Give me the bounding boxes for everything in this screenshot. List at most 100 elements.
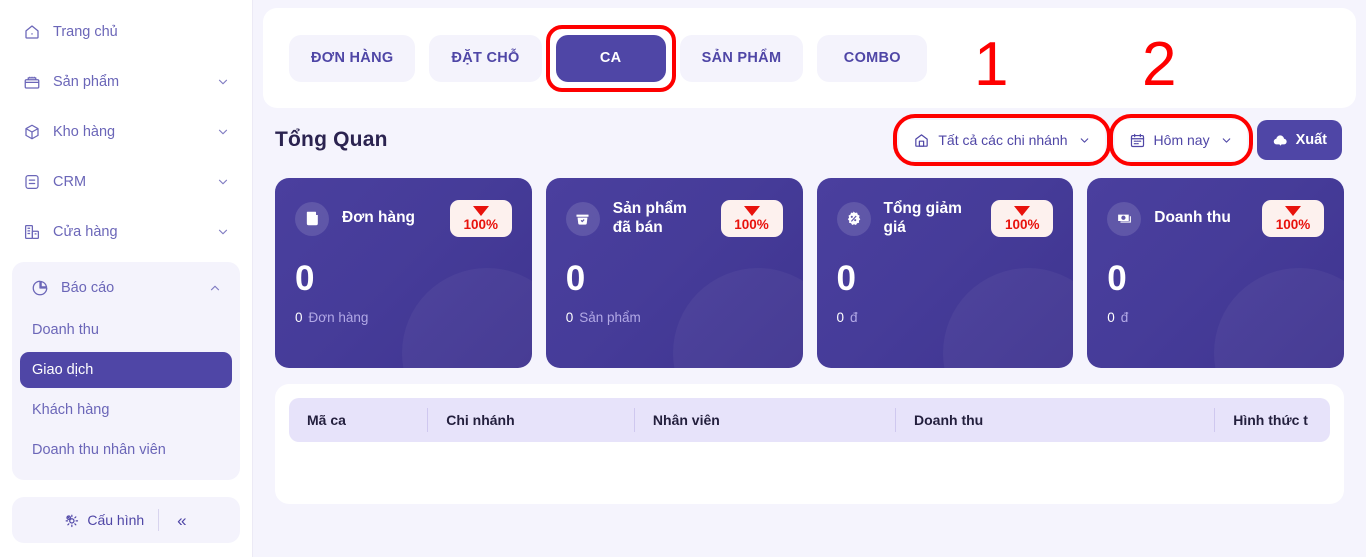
card-sub-unit: Sản phẩm — [579, 310, 641, 326]
sidebar-subitem-doanh-thu-nhan-vien[interactable]: Doanh thu nhân viên — [20, 432, 232, 468]
tab-san-pham[interactable]: SẢN PHẨM — [679, 34, 804, 82]
badge-percent: 100% — [1004, 217, 1040, 233]
branch-filter-label: Tất cả các chi nhánh — [938, 132, 1068, 148]
sidebar-item-label: Kho hàng — [53, 124, 116, 140]
sidebar-item-label: CRM — [53, 174, 87, 190]
stat-card-doanh-thu[interactable]: Doanh thu 100% 0 0 đ — [1087, 178, 1344, 368]
sidebar-group-bao-cao: Báo cáo Doanh thu Giao dịch Khách hàng D… — [12, 262, 240, 480]
sidebar-item-crm[interactable]: CRM — [12, 160, 240, 204]
table-row[interactable] — [289, 460, 1330, 474]
stat-cards: Đơn hàng 100% 0 0 Đơn hàng Sản phẩm đã b… — [263, 178, 1356, 368]
change-badge: 100% — [720, 200, 783, 238]
sidebar-item-label: Sản phẩm — [53, 74, 120, 90]
card-sub-number: 0 — [295, 310, 303, 325]
card-subtitle: 0 Sản phẩm — [566, 310, 783, 325]
tab-wrap-dat-cho: ĐẶT CHỖ — [429, 34, 542, 82]
cloud-download-icon — [1273, 134, 1287, 146]
change-badge: 100% — [991, 200, 1054, 238]
table-column-chi-nhanh[interactable]: Chi nhánh — [428, 408, 635, 432]
card-sub-number: 0 — [1107, 310, 1115, 325]
table-column-ma-ca[interactable]: Mã ca — [289, 408, 429, 432]
tab-combo[interactable]: COMBO — [817, 34, 928, 82]
tab-dat-cho[interactable]: ĐẶT CHỖ — [429, 34, 542, 82]
card-title: Đơn hàng — [342, 209, 416, 227]
export-label: Xuất — [1295, 132, 1327, 148]
table-column-nhan-vien[interactable]: Nhân viên — [635, 408, 897, 432]
badge-percent: 100% — [734, 217, 769, 233]
tab-wrap-ca: CA — [545, 24, 676, 92]
gear-icon — [63, 512, 80, 529]
branch-filter-wrap: Tất cả các chi nhánh — [893, 114, 1111, 166]
export-button[interactable]: Xuất — [1256, 120, 1342, 160]
sidebar-subitem-doanh-thu[interactable]: Doanh thu — [20, 312, 232, 348]
branch-filter-dropdown[interactable]: Tất cả các chi nhánh — [899, 120, 1105, 160]
tab-wrap-san-pham: SẢN PHẨM — [679, 34, 804, 82]
card-value: 0 — [1107, 259, 1127, 298]
triangle-down-icon — [743, 206, 760, 217]
stat-card-don-hang[interactable]: Đơn hàng 100% 0 0 Đơn hàng — [275, 178, 532, 368]
triangle-down-icon — [472, 206, 489, 216]
sidebar-item-label: Trang chủ — [53, 24, 118, 40]
triangle-down-icon — [1014, 206, 1031, 217]
card-sub-number: 0 — [836, 310, 845, 326]
sidebar-item-cua-hang[interactable]: Cửa hàng — [12, 210, 240, 254]
card-subtitle: 0 đ — [1107, 310, 1324, 325]
stat-card-tong-giam-gia[interactable]: Tổng giảm giá 100% 0 0 đ — [816, 178, 1074, 368]
receipt-icon — [295, 201, 329, 236]
change-badge: 100% — [1262, 200, 1324, 237]
sidebar: Trang chủ Sản phẩm Kho hàng CRM Cửa hàng… — [0, 0, 253, 557]
money-icon — [1107, 201, 1142, 236]
badge-percent: 100% — [463, 217, 499, 232]
chevron-down-icon[interactable] — [216, 125, 230, 139]
date-filter-wrap: Hôm nay — [1108, 114, 1253, 166]
card-sub-number: 0 — [565, 310, 574, 326]
triangle-down-icon — [1285, 206, 1301, 216]
app-root: Trang chủ Sản phẩm Kho hàng CRM Cửa hàng… — [0, 0, 1366, 557]
chevron-down-icon[interactable] — [216, 75, 230, 89]
sidebar-item-bao-cao[interactable]: Báo cáo — [20, 266, 232, 310]
card-header: Tổng giảm giá 100% — [836, 200, 1054, 238]
date-filter-dropdown[interactable]: Hôm nay — [1114, 120, 1247, 160]
card-subtitle: 0 đ — [837, 310, 1054, 325]
config-button[interactable]: Cấu hình — [49, 512, 158, 529]
list-icon — [22, 172, 42, 192]
sidebar-group-label: Báo cáo — [61, 280, 115, 296]
tab-don-hang[interactable]: ĐƠN HÀNG — [289, 34, 416, 82]
discount-icon — [836, 201, 871, 236]
card-header: Đơn hàng 100% — [295, 200, 512, 237]
tab-ca[interactable]: CA — [555, 34, 666, 82]
sidebar-item-kho-hang[interactable]: Kho hàng — [12, 110, 240, 154]
card-sub-unit: Đơn hàng — [308, 310, 369, 325]
card-title: Doanh thu — [1154, 209, 1231, 227]
chevron-up-icon[interactable] — [208, 281, 222, 295]
card-value: 0 — [836, 259, 856, 299]
table-column-hinh-thuc-thanh-toan[interactable]: Hình thức t — [1215, 408, 1330, 432]
basket-check-icon — [565, 201, 600, 236]
stat-card-san-pham-da-ban[interactable]: Sản phẩm đã bán 100% 0 0 Sản phẩm — [545, 178, 803, 368]
table-column-doanh-thu[interactable]: Doanh thu — [896, 408, 1216, 432]
card-header: Doanh thu 100% — [1107, 200, 1324, 237]
home-icon — [22, 22, 42, 42]
chevron-down-icon[interactable] — [216, 225, 230, 239]
config-label: Cấu hình — [87, 512, 145, 528]
sidebar-footer: Cấu hình « — [12, 497, 240, 543]
store-icon — [22, 222, 42, 242]
transactions-table: Mã ca Chi nhánh Nhân viên Doanh thu Hình… — [275, 384, 1344, 504]
pie-chart-icon — [30, 278, 50, 298]
page-title: Tổng Quan — [275, 128, 388, 151]
card-value: 0 — [295, 259, 315, 298]
sidebar-subitem-khach-hang[interactable]: Khách hàng — [20, 392, 232, 428]
box-icon — [22, 72, 42, 92]
sidebar-item-label: Cửa hàng — [53, 224, 118, 240]
card-header: Sản phẩm đã bán 100% — [565, 200, 783, 238]
card-title: Sản phẩm đã bán — [612, 200, 687, 236]
chevron-down-icon — [1222, 137, 1230, 143]
card-sub-unit: đ — [1120, 310, 1129, 325]
collapse-sidebar-button[interactable]: « — [159, 512, 202, 529]
store-home-icon — [915, 133, 929, 147]
main-content: ĐƠN HÀNG ĐẶT CHỖ CA SẢN PHẨM COMBO 1 2 T… — [253, 0, 1366, 557]
sidebar-item-san-pham[interactable]: Sản phẩm — [12, 60, 240, 104]
chevron-down-icon[interactable] — [216, 175, 230, 189]
sidebar-item-trang-chu[interactable]: Trang chủ — [12, 10, 240, 54]
sidebar-subitem-giao-dich[interactable]: Giao dịch — [20, 352, 232, 388]
